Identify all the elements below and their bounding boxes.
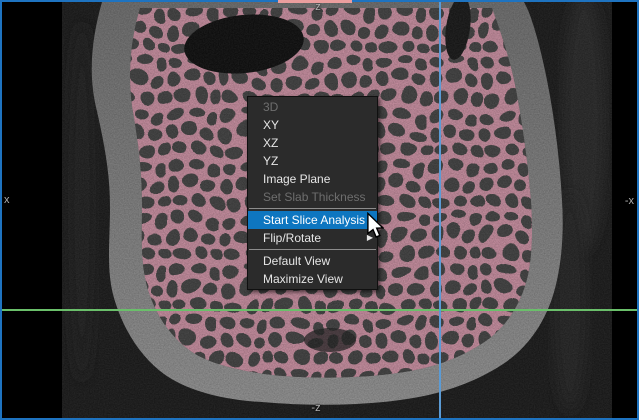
slab-position-indicator[interactable] bbox=[278, 0, 352, 3]
menu-item-image-plane[interactable]: Image Plane bbox=[248, 170, 377, 188]
submenu-arrow-icon: ▶ bbox=[367, 229, 373, 247]
menu-item-set-slab-thickness: Set Slab Thickness bbox=[248, 188, 377, 206]
menu-item-flip-rotate[interactable]: Flip/Rotate ▶ bbox=[248, 229, 377, 247]
menu-item-yz[interactable]: YZ bbox=[248, 152, 377, 170]
menu-item-xy[interactable]: XY bbox=[248, 116, 377, 134]
menu-item-3d: 3D bbox=[248, 98, 377, 116]
axis-label-neg-x: -x bbox=[618, 195, 634, 207]
menu-item-maximize-view[interactable]: Maximize View bbox=[248, 270, 377, 288]
context-menu: 3D XY XZ YZ Image Plane Set Slab Thickne… bbox=[247, 96, 378, 290]
axis-label-x: x bbox=[4, 194, 10, 206]
menu-separator bbox=[249, 208, 376, 209]
axis-label-neg-z: -z bbox=[300, 402, 332, 414]
crosshair-horizontal-line[interactable] bbox=[2, 309, 637, 311]
slice-viewport: z -z x -x 3D XY XZ YZ Image Plane Set Sl… bbox=[0, 0, 639, 420]
menu-item-label: Flip/Rotate bbox=[263, 231, 321, 245]
menu-separator bbox=[249, 249, 376, 250]
menu-item-xz[interactable]: XZ bbox=[248, 134, 377, 152]
menu-item-start-slice-analysis[interactable]: Start Slice Analysis bbox=[248, 211, 377, 229]
menu-item-default-view[interactable]: Default View bbox=[248, 252, 377, 270]
crosshair-vertical-line[interactable] bbox=[439, 2, 441, 418]
